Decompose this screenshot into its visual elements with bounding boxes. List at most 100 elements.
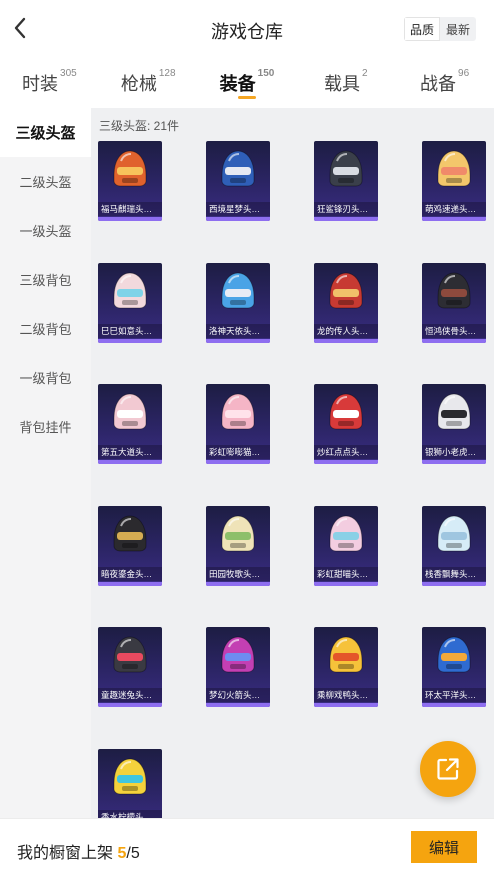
sort-option-quality[interactable]: 品质: [404, 17, 440, 41]
item-card[interactable]: 田园牧歌头盔...: [206, 505, 270, 586]
header: 游戏仓库 品质 最新: [0, 0, 494, 56]
sidebar-item-1[interactable]: 二级头盔: [0, 157, 91, 206]
rarity-strip: [206, 338, 270, 343]
item-card[interactable]: 乘柳戏鸭头盔...: [314, 627, 378, 707]
helmet-icon: [113, 393, 147, 430]
item-card[interactable]: 环太平洋头盔...: [422, 627, 486, 707]
showcase-text: 我的橱窗上架: [17, 845, 114, 862]
helmet-icon: [221, 150, 255, 187]
rarity-strip: [98, 581, 162, 586]
item-card[interactable]: 萌鸡速递头盔...: [422, 141, 486, 221]
tab-4[interactable]: 战备 96: [395, 56, 494, 108]
sidebar-item-0[interactable]: 三级头盔: [0, 108, 91, 157]
rarity-strip: [206, 460, 270, 464]
item-card[interactable]: 梦幻火箭头盔...: [206, 627, 270, 707]
item-name: 巳巳如意头盔...: [98, 323, 162, 338]
item-card[interactable]: 龙的传人头盔...: [314, 262, 378, 343]
sidebar-item-3[interactable]: 三级背包: [0, 255, 91, 304]
item-card[interactable]: 巳巳如意头盔...: [98, 262, 162, 343]
category-tabs: 时装 305 枪械 128 装备 150 载具 2 战备 96: [0, 56, 494, 108]
item-card[interactable]: 栈香飘舞头盔...: [422, 505, 486, 586]
item-card[interactable]: 洛神天依头盔...: [206, 262, 270, 343]
rarity-strip: [98, 460, 162, 464]
tab-3[interactable]: 载具 2: [296, 56, 395, 108]
item-name: 龙的传人头盔...: [314, 323, 378, 338]
item-name: 童趣迷兔头盔...: [98, 688, 162, 702]
item-name: 彩虹嘭嘭猫头...: [206, 445, 270, 459]
helmet-icon: [437, 150, 471, 187]
rarity-strip: [422, 217, 486, 221]
tab-count: 128: [158, 68, 176, 79]
showcase-total: /5: [126, 845, 140, 862]
item-card[interactable]: 恒鸿侠骨头盔...: [422, 262, 486, 343]
tab-label: 载具: [324, 74, 360, 94]
sort-toggle: 品质 最新: [404, 17, 476, 41]
helmet-icon: [113, 514, 147, 551]
helmet-icon: [329, 514, 363, 551]
item-name: 彩虹甜喵头盔...: [314, 566, 378, 581]
helmet-icon: [221, 514, 255, 551]
item-card[interactable]: 彩虹嘭嘭猫头...: [206, 384, 270, 464]
item-name: 乘柳戏鸭头盔...: [314, 688, 378, 702]
rarity-strip: [206, 703, 270, 707]
rarity-strip: [314, 338, 378, 343]
helmet-icon: [113, 150, 147, 187]
rarity-strip: [98, 703, 162, 707]
helmet-icon: [329, 393, 363, 430]
tab-count: 96: [458, 68, 470, 79]
item-name: 香水柠檬头盔...: [98, 809, 162, 818]
rarity-strip: [422, 460, 486, 464]
rarity-strip: [98, 338, 162, 343]
item-name: 田园牧歌头盔...: [206, 566, 270, 581]
helmet-icon: [221, 393, 255, 430]
sidebar-item-6[interactable]: 背包挂件: [0, 402, 91, 451]
item-card[interactable]: 第五大道头盔...: [98, 384, 162, 464]
sort-option-latest[interactable]: 最新: [440, 17, 476, 41]
tab-1[interactable]: 枪械 128: [99, 56, 198, 108]
item-card[interactable]: 彩虹甜喵头盔...: [314, 505, 378, 586]
sidebar-item-4[interactable]: 二级背包: [0, 304, 91, 353]
helmet-icon: [221, 636, 255, 673]
item-name: 第五大道头盔...: [98, 445, 162, 459]
tab-2[interactable]: 装备 150: [198, 56, 297, 108]
item-name: 恒鸿侠骨头盔...: [422, 323, 486, 338]
item-name: 银狮小老虎头...: [422, 445, 486, 459]
sidebar: 三级头盔 二级头盔 一级头盔 三级背包 二级背包 一级背包 背包挂件: [0, 108, 91, 818]
item-name: 暗夜鎏金头盔...: [98, 566, 162, 581]
item-card[interactable]: 炒红点点头盔...: [314, 384, 378, 464]
helmet-icon: [329, 271, 363, 308]
item-card[interactable]: 狂鲨锋刃头盔...: [314, 141, 378, 221]
item-card[interactable]: 香水柠檬头盔...: [98, 748, 162, 818]
tab-count: 2: [362, 68, 368, 79]
showcase-label: 我的橱窗上架 5/5: [17, 839, 140, 863]
edit-button[interactable]: 编辑: [411, 831, 477, 863]
tab-0[interactable]: 时装 305: [0, 56, 99, 108]
item-card[interactable]: 童趣迷兔头盔...: [98, 627, 162, 707]
tab-label: 枪械: [120, 74, 157, 94]
helmet-icon: [329, 150, 363, 187]
sidebar-item-5[interactable]: 一级背包: [0, 353, 91, 402]
rarity-strip: [314, 581, 378, 586]
item-card[interactable]: 暗夜鎏金头盔...: [98, 505, 162, 586]
sidebar-item-2[interactable]: 一级头盔: [0, 206, 91, 255]
item-count-label: 三级头盔: 21件: [99, 119, 180, 133]
share-button[interactable]: [420, 741, 476, 797]
rarity-strip: [314, 460, 378, 464]
item-card[interactable]: 福马麒瑞头盔...: [98, 141, 162, 221]
rarity-strip: [422, 581, 486, 586]
tab-label: 战备: [420, 74, 457, 94]
rarity-strip: [98, 217, 162, 221]
rarity-strip: [314, 217, 378, 221]
helmet-icon: [437, 514, 471, 551]
item-name: 萌鸡速递头盔...: [422, 202, 486, 216]
item-card[interactable]: 银狮小老虎头...: [422, 384, 486, 464]
item-card[interactable]: 西境星梦头盔...: [206, 141, 270, 221]
helmet-icon: [113, 271, 147, 308]
rarity-strip: [422, 338, 486, 343]
item-name: 炒红点点头盔...: [314, 445, 378, 459]
helmet-icon: [113, 757, 147, 794]
item-name: 栈香飘舞头盔...: [422, 566, 486, 581]
rarity-strip: [206, 581, 270, 586]
showcase-bar: 我的橱窗上架 5/5 编辑: [0, 818, 494, 875]
tab-label: 时装: [22, 74, 59, 94]
